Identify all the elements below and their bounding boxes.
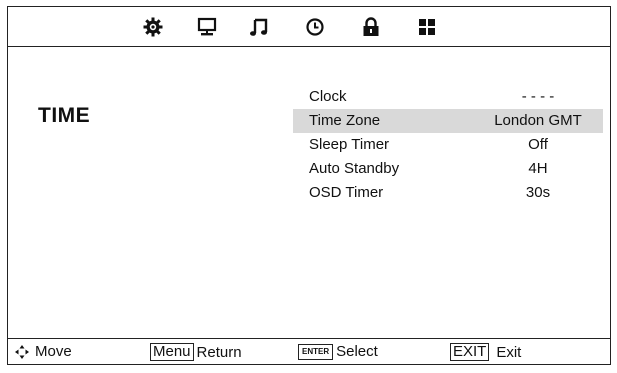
hint-select: ENTER Select xyxy=(298,343,378,360)
menu-item-auto-standby[interactable]: Auto Standby 4H xyxy=(293,157,603,181)
music-note-icon xyxy=(250,18,268,36)
menu-key: Menu xyxy=(150,343,194,361)
menu-item-clock[interactable]: Clock - - - - xyxy=(293,85,603,109)
tab-time[interactable] xyxy=(304,16,326,38)
lock-icon xyxy=(363,17,379,36)
hint-return-label: Return xyxy=(196,343,242,361)
menu-item-value: Off xyxy=(528,136,548,153)
menu-item-osd-timer[interactable]: OSD Timer 30s xyxy=(293,181,603,205)
menu-item-value: - - - - xyxy=(521,88,555,105)
section-title: TIME xyxy=(38,104,91,127)
tab-picture[interactable] xyxy=(142,16,164,38)
four-way-arrows-icon xyxy=(15,344,29,359)
tab-setup[interactable] xyxy=(416,16,438,38)
hint-select-label: Select xyxy=(336,343,378,360)
tab-lock[interactable] xyxy=(360,16,382,38)
hint-exit: EXIT Exit xyxy=(450,343,521,361)
menu-item-label: Clock xyxy=(309,88,347,105)
hint-return: Menu Return xyxy=(150,343,242,361)
enter-key: ENTER xyxy=(298,343,334,360)
menu-item-sleep-timer[interactable]: Sleep Timer Off xyxy=(293,133,603,157)
picture-gear-icon xyxy=(143,17,163,37)
tab-screen[interactable] xyxy=(196,16,218,38)
hint-move: Move xyxy=(14,343,72,360)
grid-icon xyxy=(419,19,435,35)
menu-item-label: Sleep Timer xyxy=(309,136,390,153)
menu-item-label: Auto Standby xyxy=(309,160,400,177)
menu-item-time-zone[interactable]: Time Zone London GMT xyxy=(293,109,603,133)
menu-item-label: Time Zone xyxy=(309,112,381,129)
exit-key: EXIT xyxy=(450,343,490,361)
hint-exit-label: Exit xyxy=(496,343,522,361)
monitor-icon xyxy=(197,17,217,36)
menu-item-value: 4H xyxy=(528,160,548,177)
settings-menu: Clock - - - - Time Zone London GMT Sleep… xyxy=(293,85,603,205)
tab-sound[interactable] xyxy=(248,16,270,38)
menu-item-value: London GMT xyxy=(494,112,582,129)
hint-move-label: Move xyxy=(35,343,72,360)
osd-window: TIME Clock - - - - Time Zone London GMT … xyxy=(7,6,611,365)
hint-bar: Move Menu Return ENTER Select EXIT Exit xyxy=(8,338,610,364)
tab-bar xyxy=(8,7,610,47)
menu-item-value: 30s xyxy=(525,184,551,201)
clock-icon xyxy=(306,18,324,36)
menu-item-label: OSD Timer xyxy=(309,184,384,201)
